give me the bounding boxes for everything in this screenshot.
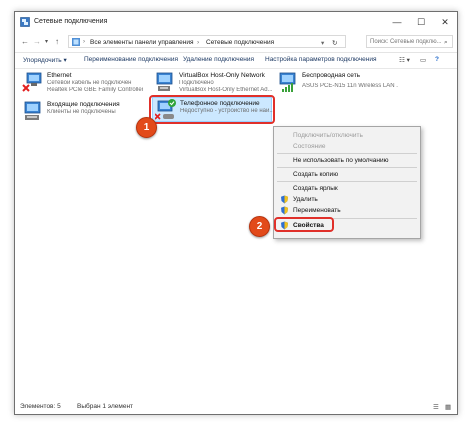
minimize-button[interactable]: —	[385, 12, 409, 32]
menu-delete[interactable]: Удалить	[293, 196, 318, 203]
connection-settings-button[interactable]: Настройка параметров подключения	[265, 56, 376, 63]
maximize-button[interactable]: ☐	[409, 12, 433, 32]
preview-pane-icon[interactable]: ▭	[420, 56, 426, 64]
address-field[interactable]: › Все элементы панели управления › Сетев…	[68, 35, 346, 48]
connection-name: Входящие подключения	[47, 101, 120, 108]
recent-chevron-icon[interactable]: ▾	[45, 38, 48, 45]
connection-device: VirtualBox Host-Only Ethernet Ad...	[179, 87, 273, 93]
connection-status: Подключено	[179, 80, 214, 86]
address-bar-row: ← → ▾ ↑ › Все элементы панели управления…	[15, 32, 457, 53]
network-folder-icon	[20, 17, 30, 27]
connection-device: ASUS PCE-N15 11n Wireless LAN ...	[302, 83, 398, 89]
shield-icon	[281, 206, 288, 215]
address-dropdown-icon[interactable]: ▾	[321, 39, 324, 47]
back-arrow-icon[interactable]: ←	[21, 37, 29, 46]
control-panel-icon	[72, 38, 80, 46]
selected-count: Выбран 1 элемент	[77, 403, 134, 410]
view-options-icon[interactable]: ☷ ▾	[399, 56, 410, 64]
menu-create-copy[interactable]: Создать копию	[293, 171, 338, 178]
refresh-icon[interactable]: ↻	[332, 39, 337, 47]
search-placeholder: Поиск: Сетевые подклю...	[370, 39, 442, 45]
forward-arrow-icon[interactable]: →	[33, 37, 41, 46]
breadcrumb-separator: ›	[197, 39, 200, 46]
connection-status: Сетевой кабель не подключен	[47, 80, 132, 86]
step-badge-1: 1	[136, 117, 157, 138]
wireless-icon	[279, 72, 296, 92]
help-icon[interactable]: ?	[435, 56, 439, 63]
window-title: Сетевые подключения	[34, 18, 108, 25]
connection-name: Ethernet	[47, 72, 72, 79]
title-bar: Сетевые подключения — ☐ ✕	[15, 12, 457, 32]
crumb-separator-icon: ›	[83, 39, 85, 45]
breadcrumb-network-connections[interactable]: Сетевые подключения	[206, 39, 274, 46]
shield-icon	[281, 195, 288, 204]
incoming-connection-icon	[24, 101, 41, 120]
connection-ethernet[interactable]: Ethernet Сетевой кабель не подключен Rea…	[20, 70, 143, 96]
connection-wireless[interactable]: Беспроводная сеть ASUS PCE-N15 11n Wirel…	[275, 70, 398, 96]
connection-incoming[interactable]: Входящие подключения Клиенты не подключе…	[20, 99, 138, 125]
details-view-icon[interactable]: ☰	[433, 403, 439, 411]
search-input[interactable]: Поиск: Сетевые подклю... ⌕	[366, 35, 453, 48]
connection-virtualbox[interactable]: VirtualBox Host-Only Network Подключено …	[152, 70, 273, 96]
up-arrow-icon[interactable]: ↑	[55, 37, 59, 46]
menu-rename[interactable]: Переименовать	[293, 207, 341, 214]
ethernet-disconnected-icon	[22, 72, 42, 92]
connection-status: Клиенты не подключены	[47, 109, 116, 115]
command-bar: Упорядочить ▾ Переименование подключения…	[15, 53, 457, 69]
menu-divider	[277, 181, 417, 182]
step-badge-2: 2	[249, 216, 270, 237]
connection-name: Беспроводная сеть	[302, 72, 361, 79]
tiles-view-icon[interactable]: ▦	[445, 403, 451, 411]
search-icon[interactable]: ⌕	[444, 39, 448, 47]
explorer-window: Сетевые подключения — ☐ ✕ ← → ▾ ↑ › Все …	[14, 11, 458, 415]
item-count: Элементов: 5	[20, 403, 61, 410]
ethernet-icon	[156, 72, 173, 91]
menu-status[interactable]: Состояние	[293, 143, 325, 150]
menu-create-shortcut[interactable]: Создать ярлык	[293, 185, 338, 192]
rename-connection-button[interactable]: Переименование подключения	[84, 56, 178, 63]
menu-divider	[277, 167, 417, 168]
menu-not-default[interactable]: Не использовать по умолчанию	[293, 157, 389, 164]
menu-divider	[277, 153, 417, 154]
close-button[interactable]: ✕	[433, 12, 457, 32]
menu-connect-disconnect[interactable]: Подключить/отключить	[293, 132, 363, 139]
organize-button[interactable]: Упорядочить ▾	[23, 56, 67, 64]
breadcrumb-control-panel[interactable]: Все элементы панели управления	[90, 39, 194, 46]
delete-connection-button[interactable]: Удаление подключения	[183, 56, 254, 63]
connection-device: Realtek PCIe GBE Family Controller	[47, 87, 143, 93]
highlight-frame-1	[149, 95, 275, 124]
connection-name: VirtualBox Host-Only Network	[179, 72, 265, 79]
status-bar: Элементов: 5 Выбран 1 элемент ☰ ▦	[15, 400, 457, 414]
highlight-frame-2	[274, 217, 334, 232]
